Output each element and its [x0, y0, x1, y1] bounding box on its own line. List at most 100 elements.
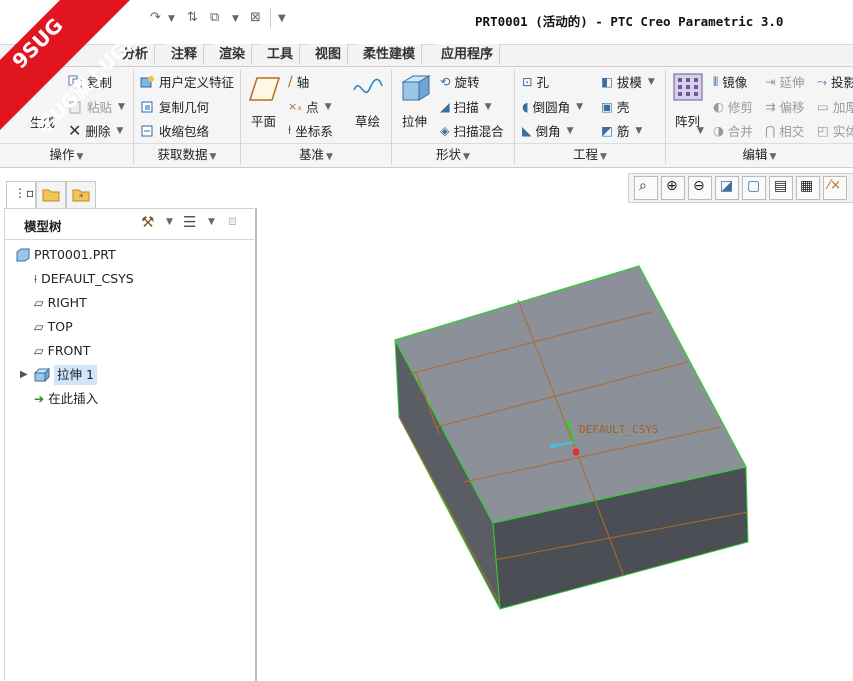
tab-tools[interactable]: 工具	[261, 44, 301, 65]
datum-display-icon[interactable]: ⁄×	[823, 176, 847, 200]
extend-button[interactable]: ⇥ 延伸	[765, 72, 805, 91]
tab-view[interactable]: 视图	[309, 44, 349, 65]
mirror-button[interactable]: ⫴ 镜像	[713, 72, 747, 91]
saved-orientations-icon[interactable]: ▤	[769, 176, 793, 200]
project-icon: ⤳	[817, 73, 828, 89]
extrude-label[interactable]: 拉伸	[402, 111, 427, 130]
windows-icon[interactable]: ⧉	[210, 10, 219, 25]
tree-item-extrude[interactable]: 拉伸 1	[34, 365, 97, 385]
view-manager-icon[interactable]: ▦	[796, 176, 820, 200]
axis-button[interactable]: / 轴	[288, 72, 309, 91]
shell-button[interactable]: ▣ 壳	[601, 97, 629, 116]
tree-item-insert-label: 在此插入	[48, 391, 99, 406]
pattern-dropdown-icon[interactable]: ▼	[697, 126, 704, 136]
chamfer-button[interactable]: ◣ 倒角 ▼	[522, 121, 574, 140]
datum-plane-icon: ▱	[34, 319, 44, 334]
extend-label: 延伸	[779, 75, 805, 90]
swept-blend-label: 扫描混合	[453, 124, 504, 139]
tree-root[interactable]: PRT0001.PRT	[16, 245, 116, 265]
mirror-label: 镜像	[722, 75, 748, 90]
svg-text:*: *	[79, 193, 84, 202]
copy-geometry-label: 复制几何	[159, 100, 210, 115]
group-datum[interactable]: 基准 ▼	[241, 143, 391, 165]
refit-icon[interactable]: ⌕	[634, 176, 658, 200]
tree-item-front-label: FRONT	[47, 343, 91, 358]
plane-label[interactable]: 平面	[251, 111, 276, 130]
group-shapes[interactable]: 形状 ▼	[392, 143, 514, 165]
tree-filter-icon[interactable]: ⧈	[228, 213, 237, 229]
tab-folder-browser[interactable]	[36, 181, 66, 209]
windows-dropdown-icon[interactable]: ▼	[232, 14, 239, 24]
graphics-viewport[interactable]: DEFAULT_CSYS	[256, 202, 853, 681]
display-style-icon[interactable]: ▢	[742, 176, 766, 200]
mirror-icon: ⫴	[713, 73, 719, 89]
draft-button[interactable]: ◧ 拔模 ▼	[601, 72, 655, 91]
shell-label: 壳	[616, 100, 630, 115]
trim-button[interactable]: ◐ 修剪	[713, 97, 753, 116]
revolve-button[interactable]: ⟲ 旋转	[440, 72, 480, 91]
round-button[interactable]: ◖ 倒圆角 ▼	[522, 97, 583, 116]
axis-label: 轴	[296, 75, 310, 90]
swept-blend-button[interactable]: ◈ 扫描混合	[440, 121, 504, 140]
project-button[interactable]: ⤳ 投影	[817, 72, 853, 91]
zoom-in-icon[interactable]: ⊕	[661, 176, 685, 200]
expand-arrow-icon[interactable]: ▶	[20, 369, 28, 380]
repaint-icon[interactable]: ◪	[715, 176, 739, 200]
tree-item-csys[interactable]: ⟊ DEFAULT_CSYS	[34, 269, 134, 289]
tree-item-top-label: TOP	[47, 319, 73, 334]
group-editing-label: 编辑	[742, 147, 768, 162]
intersect-button[interactable]: ⋂ 相交	[765, 121, 804, 140]
tab-model-tree[interactable]: ⋮▫	[6, 181, 36, 209]
thicken-button[interactable]: ▭ 加厚	[817, 97, 853, 116]
tree-root-label: PRT0001.PRT	[34, 247, 116, 262]
tree-item-insert-here[interactable]: ➔ 在此插入	[34, 389, 98, 409]
merge-button[interactable]: ◑ 合并	[713, 121, 753, 140]
customize-toolbar-icon[interactable]: ▼	[278, 13, 286, 24]
tab-flexible-modeling[interactable]: 柔性建模	[357, 44, 423, 65]
group-editing[interactable]: 编辑 ▼	[666, 143, 853, 165]
offset-button[interactable]: ⇉ 偏移	[765, 97, 805, 116]
project-label: 投影	[831, 75, 853, 90]
revolve-icon: ⟲	[440, 74, 451, 89]
tab-favorites[interactable]: *	[66, 181, 96, 209]
tab-render[interactable]: 渲染	[213, 44, 253, 65]
tree-item-right[interactable]: ▱ RIGHT	[34, 293, 87, 313]
csys-button[interactable]: ⟊ 坐标系	[288, 121, 333, 140]
redo-dropdown-icon[interactable]: ▼	[168, 14, 175, 24]
solidify-button[interactable]: ◰ 实体化	[817, 121, 853, 140]
folder-icon	[42, 189, 60, 202]
tab-annotate[interactable]: 注释	[165, 44, 205, 65]
point-button[interactable]: ×ₓ 点 ▼	[288, 97, 332, 116]
datum-plane-icon: ▱	[34, 295, 44, 310]
tab-applications[interactable]: 应用程序	[435, 44, 501, 65]
csys-label: DEFAULT_CSYS	[579, 423, 658, 436]
sweep-button[interactable]: ◢ 扫描 ▼	[440, 97, 492, 116]
tree-show-dropdown-icon[interactable]: ▼	[208, 217, 215, 227]
tree-settings-dropdown-icon[interactable]: ▼	[166, 217, 173, 227]
solidify-label: 实体化	[832, 124, 853, 139]
plane-icon[interactable]	[248, 74, 282, 104]
zoom-out-icon[interactable]: ⊖	[688, 176, 712, 200]
pattern-icon[interactable]	[672, 72, 704, 102]
round-icon: ◖	[522, 99, 529, 114]
hole-button[interactable]: ⊡ 孔	[522, 72, 549, 91]
tree-settings-icon[interactable]: ⚒	[141, 213, 154, 231]
sketch-label[interactable]: 草绘	[355, 111, 380, 130]
regenerate-icon[interactable]: ⇅	[187, 10, 198, 25]
chamfer-icon: ◣	[522, 123, 532, 138]
tree-item-top[interactable]: ▱ TOP	[34, 317, 73, 337]
rib-button[interactable]: ◩ 筋 ▼	[601, 121, 642, 140]
round-label: 倒圆角	[532, 100, 571, 115]
sketch-icon[interactable]	[352, 74, 384, 104]
thicken-icon: ▭	[817, 99, 829, 114]
csys-icon: ⟊	[288, 123, 292, 138]
toolbar-divider	[270, 8, 271, 28]
shrinkwrap-label: 收缩包络	[159, 124, 210, 139]
close-window-icon[interactable]: ⊠	[250, 10, 261, 25]
csys-icon: ⟊	[34, 272, 38, 286]
tree-show-icon[interactable]: ☰	[183, 213, 196, 231]
extrude-icon[interactable]	[399, 72, 433, 104]
group-engineering[interactable]: 工程 ▼	[515, 143, 665, 165]
tree-item-front[interactable]: ▱ FRONT	[34, 341, 90, 361]
thicken-label: 加厚	[832, 100, 853, 115]
